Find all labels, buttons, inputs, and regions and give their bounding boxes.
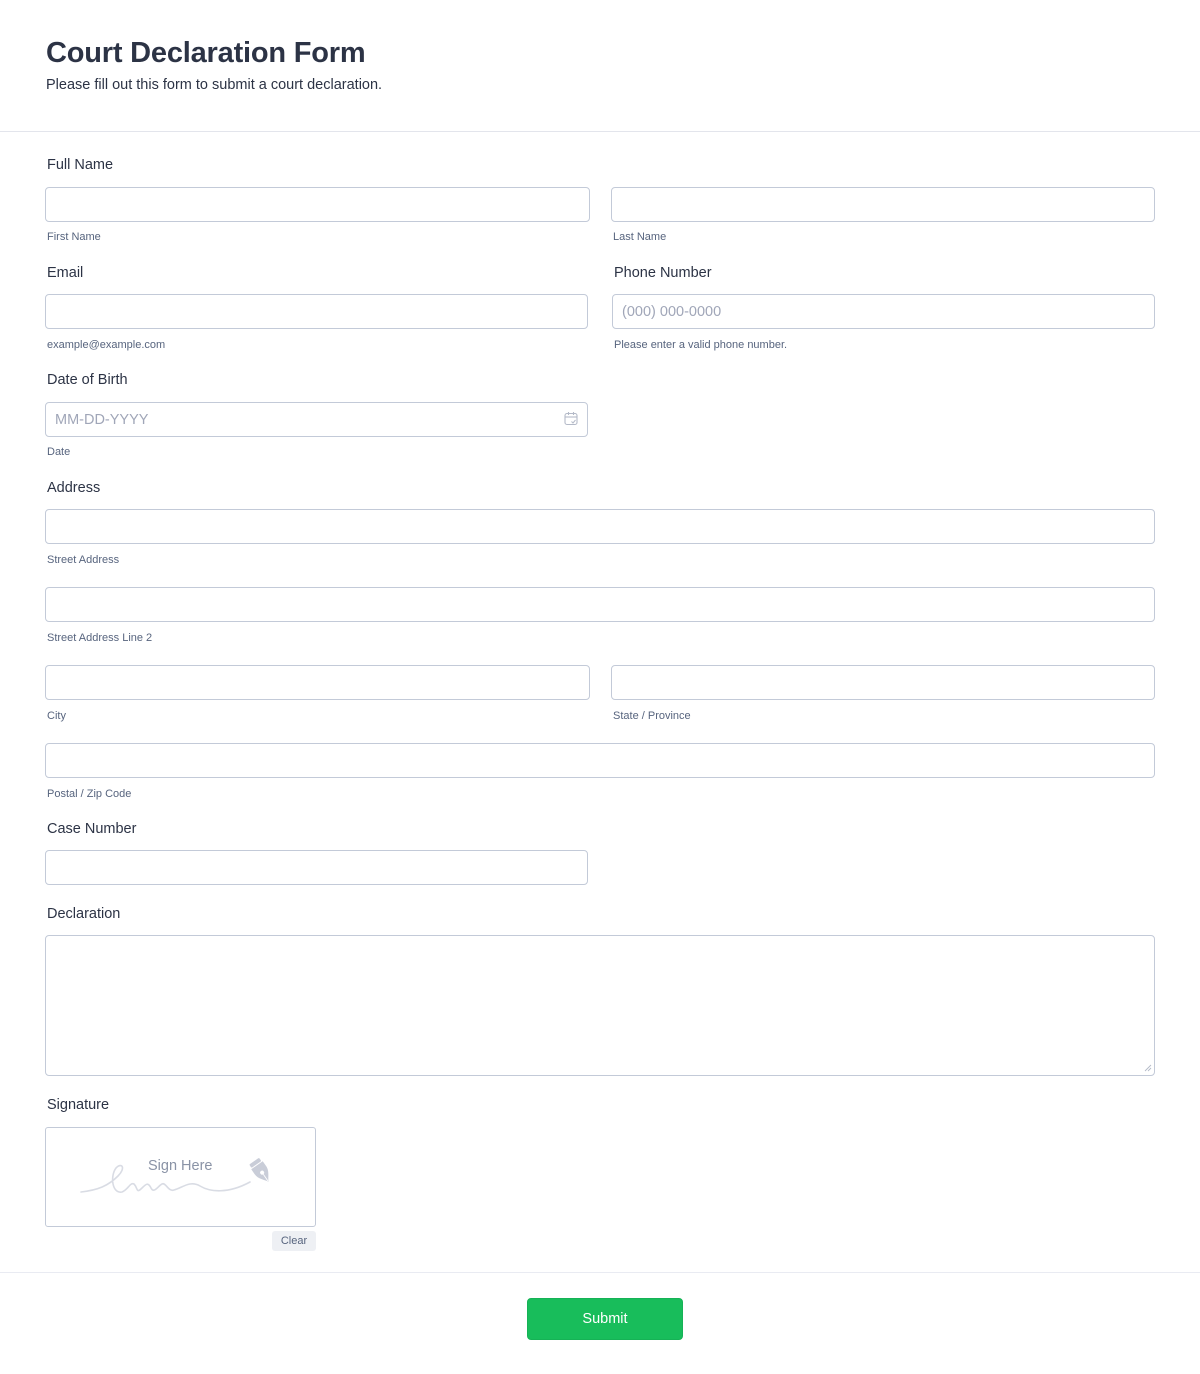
case-number-label: Case Number xyxy=(47,821,137,837)
form-header: Court Declaration Form Please fill out t… xyxy=(0,0,1200,132)
phone-sublabel: Please enter a valid phone number. xyxy=(614,339,788,351)
last-name-sublabel: Last Name xyxy=(613,231,667,243)
calendar-icon[interactable] xyxy=(564,411,578,426)
form-title: Court Declaration Form xyxy=(46,37,366,69)
zip-input[interactable] xyxy=(45,743,1155,778)
state-sublabel: State / Province xyxy=(613,710,691,722)
city-sublabel: City xyxy=(47,710,66,722)
dob-sublabel: Date xyxy=(47,446,71,458)
street-address-line2-sublabel: Street Address Line 2 xyxy=(47,632,153,644)
email-sublabel: example@example.com xyxy=(47,339,166,351)
phone-label: Phone Number xyxy=(614,265,712,281)
declaration-textarea[interactable] xyxy=(45,935,1155,1076)
clear-signature-button[interactable]: Clear xyxy=(272,1231,316,1251)
full-name-label: Full Name xyxy=(47,157,114,173)
dob-label: Date of Birth xyxy=(47,372,128,388)
footer-divider xyxy=(0,1272,1200,1273)
declaration-label: Declaration xyxy=(47,906,121,922)
email-label: Email xyxy=(47,265,84,281)
last-name-input[interactable] xyxy=(611,187,1155,222)
street-address-input[interactable] xyxy=(45,509,1155,544)
sign-here-placeholder: Sign Here xyxy=(148,1158,213,1174)
street-address-line2-input[interactable] xyxy=(45,587,1155,622)
signature-label: Signature xyxy=(47,1097,110,1113)
form-subtitle: Please fill out this form to submit a co… xyxy=(46,77,383,93)
resize-grip-icon[interactable] xyxy=(1143,1063,1152,1072)
phone-input[interactable] xyxy=(612,294,1155,329)
state-input[interactable] xyxy=(611,665,1155,700)
address-label: Address xyxy=(47,480,101,496)
first-name-sublabel: First Name xyxy=(47,231,101,243)
dob-input[interactable] xyxy=(45,402,588,437)
pen-nib-icon xyxy=(249,1158,269,1182)
zip-sublabel: Postal / Zip Code xyxy=(47,788,132,800)
case-number-input[interactable] xyxy=(45,850,588,885)
street-address-sublabel: Street Address xyxy=(47,554,120,566)
city-input[interactable] xyxy=(45,665,590,700)
first-name-input[interactable] xyxy=(45,187,590,222)
submit-button[interactable]: Submit xyxy=(527,1298,683,1340)
email-input[interactable] xyxy=(45,294,588,329)
